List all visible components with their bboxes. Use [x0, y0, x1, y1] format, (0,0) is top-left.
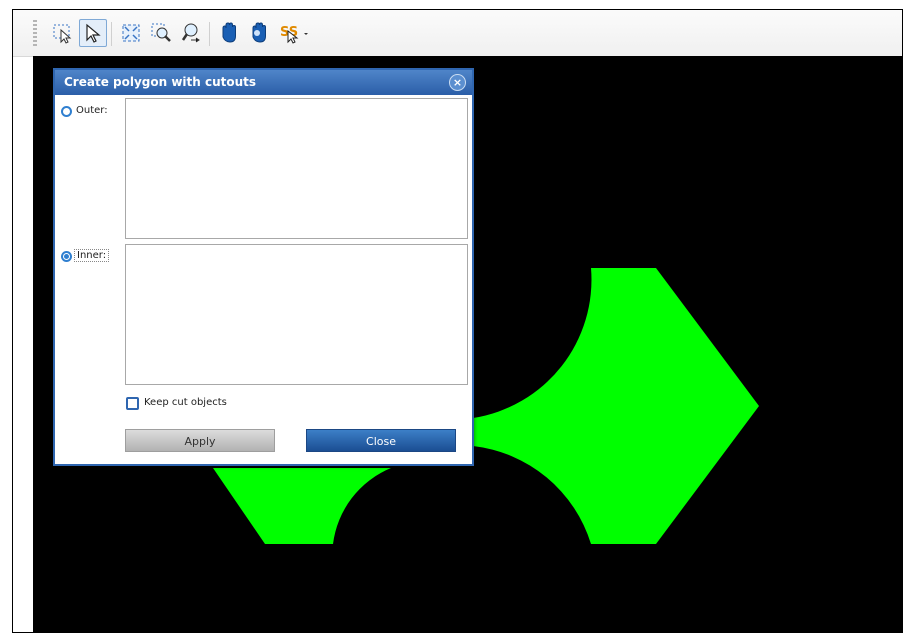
toolbar-grip[interactable]: [33, 20, 37, 48]
toolbar-separator: [209, 22, 210, 46]
toolbar-separator: [111, 22, 112, 46]
select-arrow-icon[interactable]: [79, 19, 107, 47]
dialog-close-icon[interactable]: ×: [449, 74, 466, 91]
outer-list[interactable]: [125, 98, 468, 239]
pan-realtime-icon[interactable]: [245, 19, 273, 47]
green-polygon-left[interactable]: [213, 468, 391, 544]
zoom-realtime-icon[interactable]: [177, 19, 205, 47]
dialog-title-bar[interactable]: Create polygon with cutouts ×: [55, 70, 472, 95]
zoom-window-icon[interactable]: [147, 19, 175, 47]
dialog-title: Create polygon with cutouts: [64, 75, 257, 89]
snap-dropdown-icon[interactable]: SS: [275, 19, 311, 47]
outer-radio[interactable]: [61, 106, 72, 117]
keep-cut-objects-label: Keep cut objects: [144, 397, 227, 408]
lasso-select-icon[interactable]: [49, 19, 77, 47]
close-button[interactable]: Close: [306, 429, 456, 452]
pan-hand-icon[interactable]: [215, 19, 243, 47]
inner-radio[interactable]: [61, 251, 72, 262]
inner-list[interactable]: [125, 244, 468, 385]
apply-button[interactable]: Apply: [125, 429, 275, 452]
outer-label: Outer:: [76, 105, 108, 116]
green-polygon-right[interactable]: [473, 268, 759, 544]
create-polygon-dialog: Create polygon with cutouts × Outer: Inn…: [53, 68, 474, 466]
keep-cut-objects-checkbox[interactable]: [126, 397, 139, 410]
toolbar: SS: [13, 10, 902, 57]
zoom-extents-icon[interactable]: [117, 19, 145, 47]
inner-label: Inner:: [74, 249, 110, 262]
